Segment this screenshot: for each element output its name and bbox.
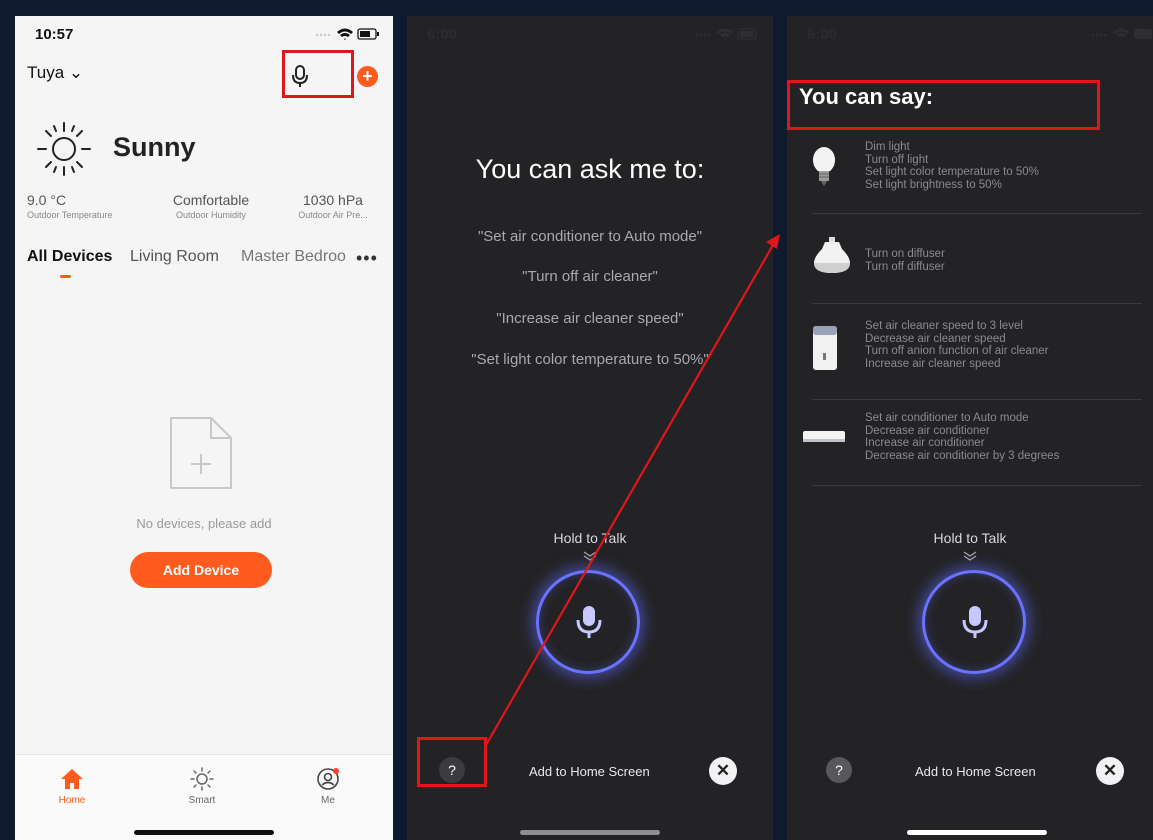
- annotation-arrow: [485, 234, 780, 746]
